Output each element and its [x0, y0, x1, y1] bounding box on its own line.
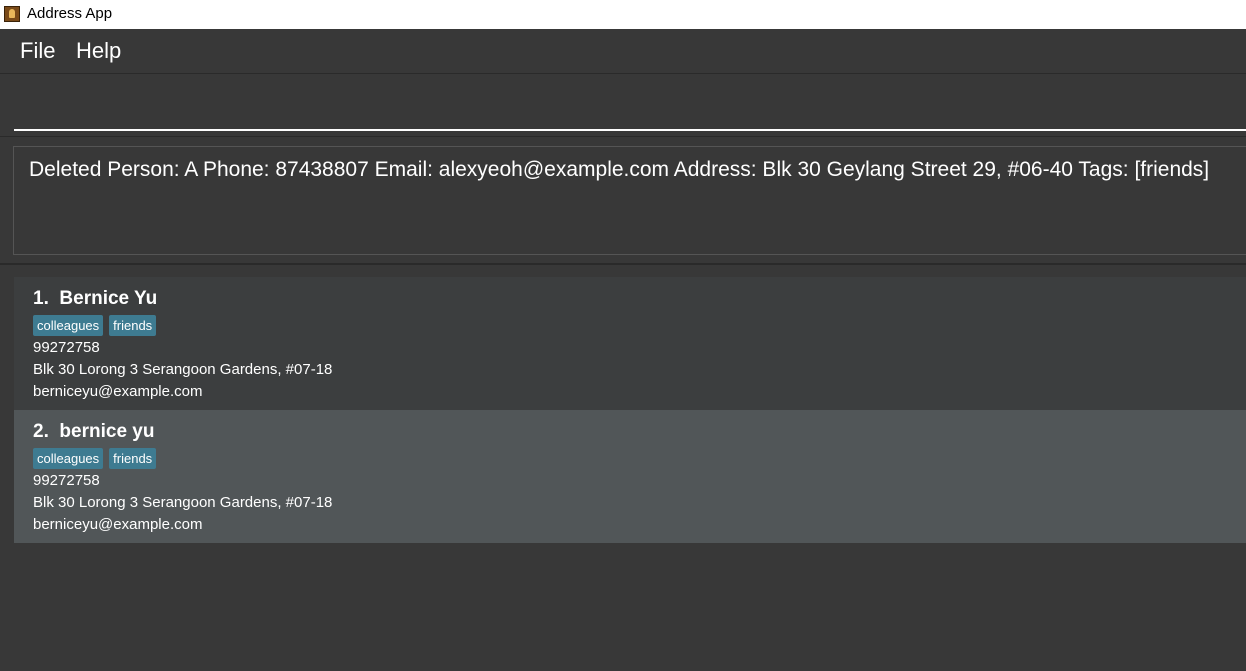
tag-list: colleagues friends	[33, 448, 162, 469]
menu-help[interactable]: Help	[76, 38, 121, 64]
result-display: Deleted Person: A Phone: 87438807 Email:…	[13, 146, 1246, 255]
person-name-text: Bernice Yu	[59, 288, 158, 309]
person-list[interactable]: 1. Bernice Yu colleagues friends 99272758…	[0, 265, 1246, 671]
person-index: 1.	[33, 288, 49, 309]
menu-file[interactable]: File	[20, 38, 55, 64]
menu-bar: File Help	[0, 29, 1246, 74]
person-name: 2. bernice yu	[33, 421, 154, 443]
person-address: Blk 30 Lorong 3 Serangoon Gardens, #07-1…	[33, 494, 333, 511]
result-text: Deleted Person: A Phone: 87438807 Email:…	[29, 158, 1210, 181]
person-email: berniceyu@example.com	[33, 516, 203, 533]
person-name-text: bernice yu	[59, 421, 155, 442]
person-card[interactable]: 1. Bernice Yu colleagues friends 99272758…	[14, 277, 1246, 410]
tag: colleagues	[33, 315, 104, 336]
tag: friends	[109, 315, 157, 336]
divider	[0, 136, 1246, 137]
person-email: berniceyu@example.com	[33, 383, 203, 400]
person-card[interactable]: 2. bernice yu colleagues friends 99272758…	[14, 410, 1246, 543]
tag-list: colleagues friends	[33, 315, 162, 336]
person-name: 1. Bernice Yu	[33, 288, 157, 310]
command-input[interactable]	[14, 74, 1246, 131]
person-address: Blk 30 Lorong 3 Serangoon Gardens, #07-1…	[33, 361, 333, 378]
title-bar: Address App	[0, 0, 1246, 29]
person-phone: 99272758	[33, 472, 100, 489]
person-index: 2.	[33, 421, 49, 442]
window-title: Address App	[27, 5, 113, 22]
tag: friends	[109, 448, 157, 469]
command-area	[0, 74, 1246, 136]
tag: colleagues	[33, 448, 104, 469]
app-icon	[4, 6, 20, 22]
person-phone: 99272758	[33, 339, 100, 356]
